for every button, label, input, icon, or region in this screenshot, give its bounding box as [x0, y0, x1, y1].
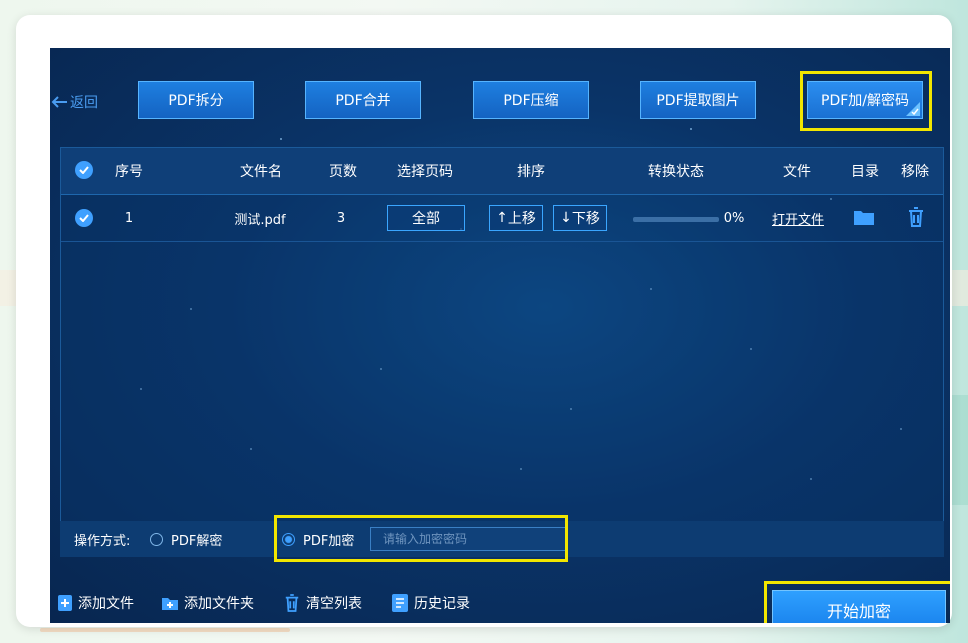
page-select-label: 全部: [387, 205, 465, 231]
select-all-checkbox[interactable]: [75, 161, 93, 179]
header-pages: 页数: [329, 164, 357, 180]
start-encryption-button[interactable]: 开始加密: [772, 590, 946, 623]
header-directory: 目录: [851, 164, 879, 180]
history-button[interactable]: 历史记录: [392, 593, 470, 613]
header-index: 序号: [115, 164, 143, 180]
add-folder-label: 添加文件夹: [184, 596, 254, 612]
tab-pdf-compress[interactable]: PDF压缩: [473, 81, 589, 119]
tab-label: PDF合并: [335, 93, 391, 109]
header-remove: 移除: [901, 164, 929, 180]
header-file: 文件: [783, 164, 811, 180]
tab-pdf-merge[interactable]: PDF合并: [305, 81, 421, 119]
folder-icon[interactable]: [853, 208, 875, 226]
file-table: 序号 文件名 页数 选择页码 排序 转换状态 文件 目录 移除 1 测试.pdf…: [60, 147, 944, 542]
open-file-link[interactable]: 打开文件: [769, 195, 827, 241]
conversion-progress-bar: [633, 217, 719, 222]
move-up-label: 上移: [507, 211, 536, 227]
encryption-password-input[interactable]: [370, 527, 566, 551]
progress-text: 0%: [723, 210, 745, 226]
header-sort: 排序: [517, 164, 545, 180]
history-icon: [392, 594, 408, 612]
encrypt-radio[interactable]: PDF加密: [282, 521, 354, 557]
tab-pdf-password[interactable]: PDF加/解密码: [807, 81, 923, 119]
trash-icon[interactable]: [907, 207, 925, 227]
header-page-select: 选择页码: [397, 164, 453, 180]
tab-label: PDF压缩: [503, 93, 559, 109]
check-icon: [79, 214, 89, 222]
table-header: 序号 文件名 页数 选择页码 排序 转换状态 文件 目录 移除: [61, 148, 943, 195]
trash-icon: [284, 594, 300, 612]
row-pages: 3: [336, 210, 346, 226]
add-file-button[interactable]: 添加文件: [58, 593, 134, 613]
add-folder-button[interactable]: 添加文件夹: [162, 593, 254, 613]
move-down-button[interactable]: ↓ 下移: [553, 205, 607, 231]
add-file-label: 添加文件: [78, 596, 134, 612]
check-icon: [79, 166, 89, 174]
tab-label: PDF拆分: [168, 93, 224, 109]
back-label: 返回: [70, 95, 98, 111]
operation-label: 操作方式:: [74, 533, 131, 549]
header-status: 转换状态: [648, 164, 704, 180]
decrypt-radio[interactable]: PDF解密: [150, 521, 222, 557]
tab-pdf-extract-images[interactable]: PDF提取图片: [640, 81, 756, 119]
page-select-button[interactable]: 全部: [387, 205, 465, 231]
tab-label: PDF加/解密码: [821, 93, 909, 109]
arrow-down-icon: ↓: [560, 210, 572, 226]
window-frame: 返回 PDF拆分 PDF合并 PDF压缩 PDF提取图片 PDF加/解密码 序号…: [16, 15, 952, 627]
radio-off-icon: [150, 532, 163, 546]
tab-label: PDF提取图片: [656, 93, 740, 109]
row-filename: 测试.pdf: [234, 212, 286, 228]
row-checkbox[interactable]: [75, 209, 93, 227]
checkmark-corner-icon: [906, 102, 920, 116]
encrypt-label: PDF加密: [303, 533, 355, 549]
app-window: 返回 PDF拆分 PDF合并 PDF压缩 PDF提取图片 PDF加/解密码 序号…: [50, 48, 950, 623]
arrow-left-icon: [51, 96, 67, 108]
history-label: 历史记录: [414, 596, 470, 612]
tab-pdf-split[interactable]: PDF拆分: [138, 81, 254, 119]
move-down-label: 下移: [571, 211, 600, 227]
operation-options-bar: 操作方式: PDF解密 PDF加密: [60, 521, 944, 557]
decrypt-label: PDF解密: [171, 533, 223, 549]
add-folder-icon: [162, 596, 178, 610]
back-button[interactable]: 返回: [50, 92, 98, 112]
clear-list-label: 清空列表: [306, 596, 362, 612]
radio-on-icon: [282, 532, 295, 546]
add-file-icon: [58, 595, 72, 611]
row-index: 1: [124, 210, 134, 226]
background-line: [40, 628, 290, 632]
arrow-up-icon: ↑: [496, 210, 508, 226]
move-up-button[interactable]: ↑ 上移: [489, 205, 543, 231]
table-row: 1 测试.pdf 3 全部 ↑ 上移 ↓ 下移 0% 打开文件: [61, 195, 943, 242]
start-label: 开始加密: [826, 602, 891, 621]
header-filename: 文件名: [240, 164, 282, 180]
clear-list-button[interactable]: 清空列表: [284, 593, 362, 613]
